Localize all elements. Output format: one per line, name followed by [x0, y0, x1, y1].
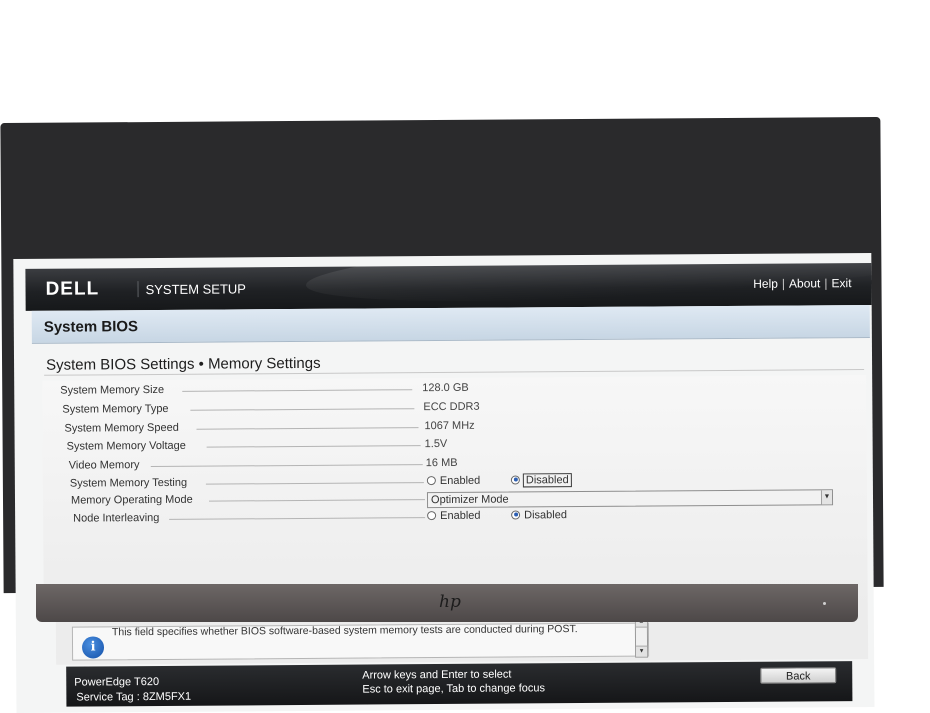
radio-unchecked-icon — [427, 510, 437, 520]
video-memory-value: 16 MB — [425, 456, 458, 470]
system-model: PowerEdge T620 — [74, 675, 160, 689]
about-link[interactable]: About — [789, 276, 820, 290]
link-separator: | — [824, 276, 828, 291]
radio-unchecked-icon — [426, 475, 436, 485]
breadcrumb: System BIOS Settings • Memory Settings — [46, 354, 321, 374]
header-divider — [137, 281, 139, 298]
row-system-memory-type: System Memory Type ECC DDR3 — [62, 398, 862, 420]
setup-title: SYSTEM SETUP — [145, 281, 247, 298]
radio-checked-icon — [511, 510, 521, 520]
leader-line — [196, 427, 419, 430]
leader-line — [169, 517, 426, 520]
node-interleaving-enabled-radio[interactable]: Enabled — [427, 510, 481, 522]
hp-logo: hp — [439, 592, 461, 612]
system-memory-size-value: 128.0 GB — [422, 381, 469, 395]
node-interleaving-disabled-radio[interactable]: Disabled — [511, 509, 567, 521]
help-link[interactable]: Help — [753, 277, 778, 291]
memory-operating-mode-select[interactable]: Optimizer Mode ▼ — [426, 489, 834, 509]
leader-line — [190, 408, 415, 411]
setting-label: System Memory Voltage — [66, 439, 186, 453]
focused-option-label: Disabled — [522, 473, 572, 488]
link-separator: | — [781, 276, 786, 291]
exit-link[interactable]: Exit — [831, 276, 851, 290]
settings-panel: System Memory Size 128.0 GB System Memor… — [42, 375, 868, 617]
memory-testing-enabled-radio[interactable]: Enabled — [426, 475, 480, 487]
monitor-bezel: DELL SYSTEM SETUP Help | About | Exit System… — [0, 116, 884, 713]
leader-line — [206, 445, 421, 448]
setting-label: System Memory Type — [62, 402, 169, 416]
system-memory-speed-value: 1067 MHz — [424, 419, 475, 433]
section-title: System BIOS — [43, 318, 139, 336]
row-system-memory-voltage: System Memory Voltage 1.5V — [67, 435, 867, 457]
leader-line — [209, 499, 426, 502]
setting-label: Memory Operating Mode — [70, 493, 193, 507]
select-value: Optimizer Mode — [430, 493, 509, 507]
setting-label: System Memory Size — [60, 383, 165, 397]
scroll-down-icon[interactable]: ▼ — [636, 645, 648, 657]
system-memory-type-value: ECC DDR3 — [423, 400, 480, 414]
back-button[interactable]: Back — [760, 667, 837, 684]
setting-label: System Memory Testing — [69, 476, 188, 490]
leader-line — [182, 389, 413, 392]
navigation-hint: Arrow keys and Enter to select — [362, 668, 512, 682]
leader-line — [205, 482, 424, 485]
leader-line — [150, 464, 423, 468]
setup-header: DELL SYSTEM SETUP Help | About | Exit — [25, 263, 872, 311]
setting-label: Node Interleaving — [73, 511, 160, 525]
dropdown-arrow-icon[interactable]: ▼ — [820, 490, 833, 505]
radio-checked-icon — [510, 475, 520, 485]
info-icon: i — [81, 636, 105, 659]
setting-label: Video Memory — [68, 459, 140, 472]
row-node-interleaving: Node Interleaving Enabled Disabled — [73, 507, 873, 529]
navigation-hint: Esc to exit page, Tab to change focus — [362, 682, 546, 696]
memory-testing-disabled-radio[interactable]: Disabled — [510, 473, 572, 488]
bios-screen: DELL SYSTEM SETUP Help | About | Exit System… — [13, 253, 875, 713]
header-links: Help | About | Exit — [753, 276, 851, 291]
setting-label: System Memory Speed — [64, 421, 179, 435]
system-memory-voltage-value: 1.5V — [424, 437, 448, 451]
section-band: System BIOS — [31, 305, 870, 344]
dell-logo: DELL — [45, 278, 100, 300]
row-system-memory-size: System Memory Size 128.0 GB — [60, 379, 860, 401]
service-tag: Service Tag : 8ZM5FX1 — [76, 690, 192, 704]
power-led-icon — [823, 602, 826, 605]
